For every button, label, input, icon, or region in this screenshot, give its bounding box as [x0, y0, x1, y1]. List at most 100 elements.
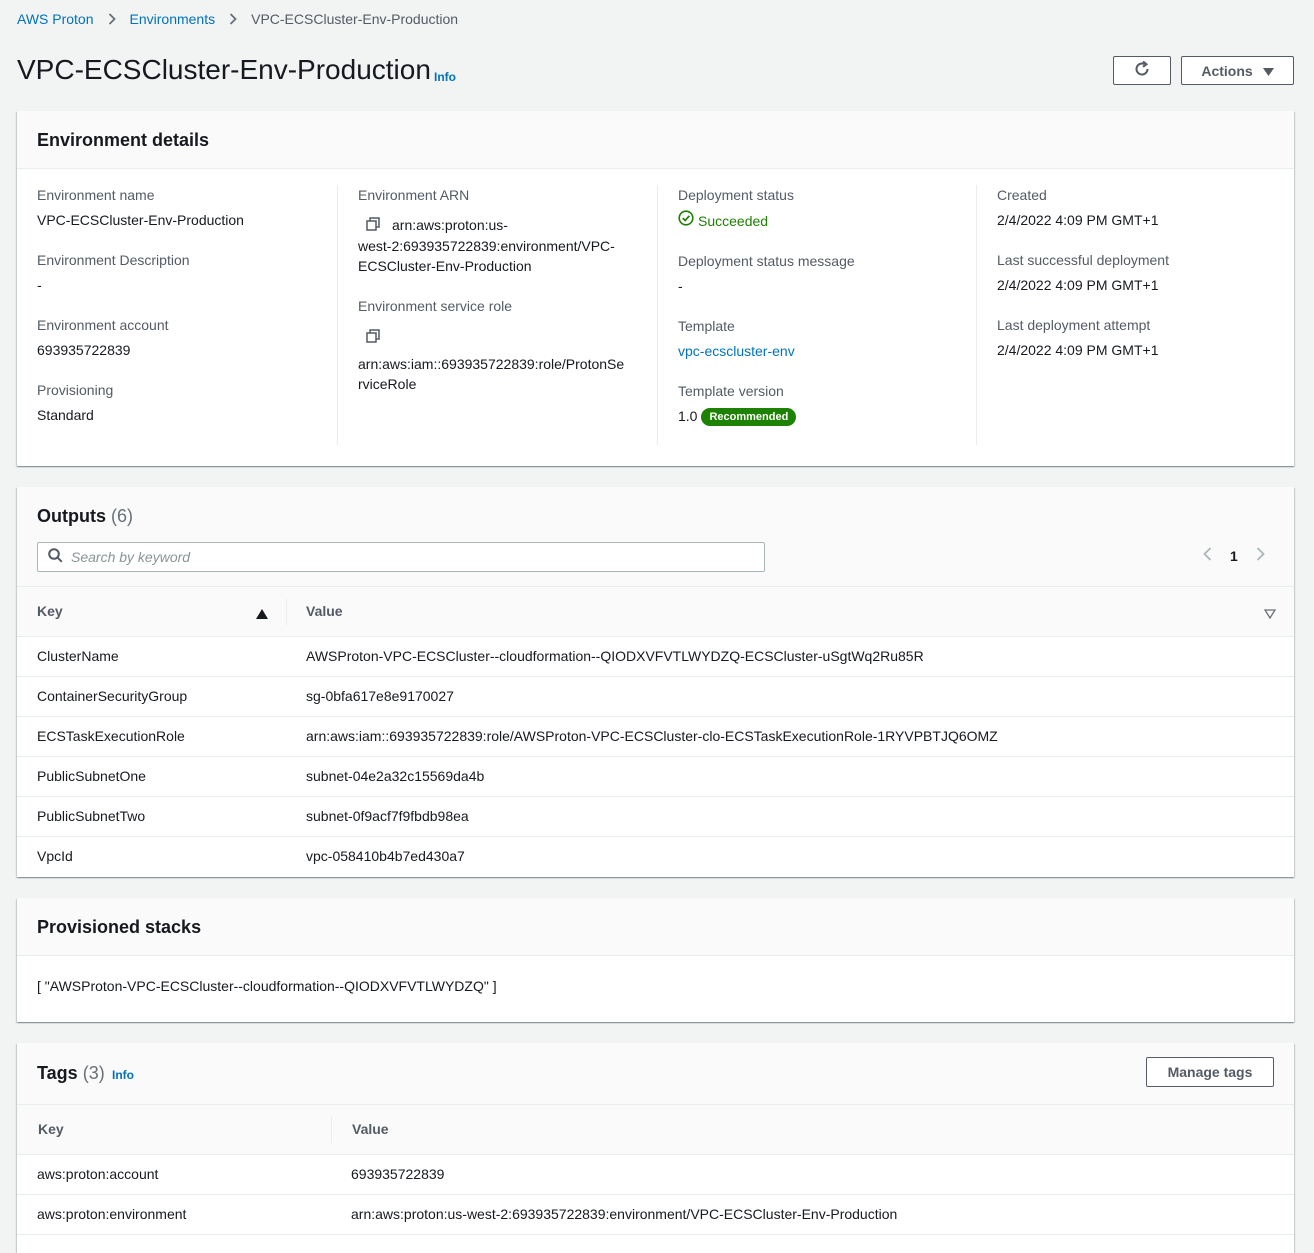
sort-ascending-icon[interactable]: [256, 606, 268, 622]
tag-value: arn:aws:proton:us-west-2:693935722839:en…: [351, 1206, 898, 1222]
details-column-1: Environment name VPC-ECSCluster-Env-Prod…: [17, 185, 337, 445]
template-version-value: 1.0 Recommended: [678, 406, 977, 427]
status-message-value: -: [678, 278, 683, 294]
panel-header: Provisioned stacks: [17, 898, 1294, 956]
copy-icon[interactable]: [366, 328, 380, 348]
env-description-label: Environment Description: [37, 252, 190, 268]
table-row: PublicSubnetOne subnet-04e2a32c15569da4b: [17, 757, 1294, 797]
env-account-value: 693935722839: [37, 342, 131, 358]
table-row: ECSTaskExecutionRole arn:aws:iam::693935…: [17, 717, 1294, 757]
title-info-link[interactable]: Info: [434, 70, 456, 84]
provisioned-stacks-value: [ "AWSProton-VPC-ECSCluster--cloudformat…: [37, 978, 497, 994]
copy-icon[interactable]: [366, 216, 380, 236]
column-header-key[interactable]: Key: [37, 603, 63, 619]
page-title: VPC-ECSCluster-Env-Production: [17, 54, 431, 85]
chevron-right-icon: [94, 13, 130, 25]
last-deployment-attempt-value: 2/4/2022 4:09 PM GMT+1: [997, 342, 1159, 358]
template-version-label: Template version: [678, 383, 784, 399]
table-row: aws:proton:environment arn:aws:proton:us…: [17, 1195, 1294, 1235]
breadcrumb-current: VPC-ECSCluster-Env-Production: [251, 11, 459, 27]
tag-key: aws:proton:account: [37, 1166, 159, 1182]
tags-title: Tags (3): [37, 1063, 105, 1084]
created-value: 2/4/2022 4:09 PM GMT+1: [997, 212, 1159, 228]
row-key: ClusterName: [37, 648, 119, 664]
chevron-left-icon[interactable]: [1203, 547, 1212, 564]
row-value: arn:aws:iam::693935722839:role/AWSProton…: [306, 728, 998, 744]
outputs-panel: Outputs (6) 1 Key Value: [17, 487, 1294, 877]
service-role-line-1: arn:aws:iam::693935722839:role/ProtonSe: [358, 355, 625, 372]
row-key: ECSTaskExecutionRole: [37, 728, 185, 744]
tags-title-text: Tags: [37, 1063, 78, 1083]
panel-header: Environment details: [17, 111, 1294, 169]
env-arn-label: Environment ARN: [358, 187, 470, 203]
env-account-label: Environment account: [37, 317, 169, 333]
tag-value: 693935722839: [351, 1166, 445, 1182]
tag-key: aws:proton:environment: [37, 1206, 187, 1222]
actions-label: Actions: [1201, 62, 1253, 79]
refresh-button[interactable]: [1113, 56, 1171, 85]
details-column-3: Deployment status Succeeded Deployment s…: [657, 185, 977, 445]
table-row: ClusterName AWSProton-VPC-ECSCluster--cl…: [17, 637, 1294, 677]
template-label: Template: [678, 318, 735, 334]
outputs-title-text: Outputs: [37, 506, 106, 526]
column-header-value: Value: [352, 1121, 389, 1137]
column-header-key: Key: [38, 1121, 64, 1137]
provisioning-value: Standard: [37, 407, 94, 423]
breadcrumb: AWS Proton Environments VPC-ECSCluster-E…: [17, 11, 458, 27]
environment-details-title: Environment details: [37, 130, 210, 150]
provisioned-stacks-panel: Provisioned stacks [ "AWSProton-VPC-ECSC…: [17, 898, 1294, 1022]
last-successful-deployment-label: Last successful deployment: [997, 252, 1169, 268]
page-number[interactable]: 1: [1230, 548, 1238, 564]
status-message-label: Deployment status message: [678, 253, 855, 269]
outputs-search: [37, 542, 765, 572]
last-successful-deployment-value: 2/4/2022 4:09 PM GMT+1: [997, 277, 1159, 293]
success-check-icon: [678, 210, 694, 231]
actions-button[interactable]: Actions: [1181, 56, 1294, 85]
row-key: VpcId: [37, 848, 73, 864]
outputs-count: (6): [111, 506, 134, 526]
provisioning-label: Provisioning: [37, 382, 114, 398]
details-column-4: Created 2/4/2022 4:09 PM GMT+1 Last succ…: [976, 185, 1296, 445]
env-arn-line-1: arn:aws:proton:us-: [392, 217, 508, 233]
row-value: subnet-04e2a32c15569da4b: [306, 768, 485, 784]
refresh-icon: [1133, 60, 1151, 81]
env-name-value: VPC-ECSCluster-Env-Production: [37, 212, 244, 228]
outputs-table-body: ClusterName AWSProton-VPC-ECSCluster--cl…: [17, 637, 1294, 877]
environment-details-panel: Environment details Environment name VPC…: [17, 111, 1294, 466]
outputs-table-header: Key Value: [17, 587, 1294, 637]
table-row: aws:proton:account 693935722839: [17, 1155, 1294, 1195]
service-role-value: arn:aws:iam::693935722839:role/ProtonSe …: [358, 326, 657, 393]
template-version-number: 1.0: [678, 408, 698, 424]
caret-down-icon: [1262, 63, 1274, 79]
provisioned-stacks-title: Provisioned stacks: [37, 917, 202, 937]
sort-icon[interactable]: [1263, 606, 1277, 622]
service-role-line-2: rviceRole: [358, 375, 417, 392]
breadcrumb-environments[interactable]: Environments: [130, 11, 216, 27]
env-arn-line-3: ECSCluster-Env-Production: [358, 258, 532, 275]
last-deployment-attempt-label: Last deployment attempt: [997, 317, 1151, 333]
row-value: vpc-058410b4b7ed430a7: [306, 848, 465, 864]
deployment-status-value: Succeeded: [678, 210, 977, 231]
tags-count: (3): [82, 1063, 105, 1083]
chevron-right-icon[interactable]: [1256, 547, 1265, 564]
env-name-label: Environment name: [37, 187, 155, 203]
template-link[interactable]: vpc-ecscluster-env: [678, 343, 795, 359]
column-header-value[interactable]: Value: [306, 603, 343, 619]
breadcrumb-aws-proton[interactable]: AWS Proton: [17, 11, 94, 27]
row-value: subnet-0f9acf7f9fbdb98ea: [306, 808, 469, 824]
tags-info-link[interactable]: Info: [112, 1068, 134, 1082]
search-input[interactable]: [71, 549, 751, 565]
tags-table-body: aws:proton:account 693935722839 aws:prot…: [17, 1155, 1294, 1235]
env-description-value: -: [37, 277, 42, 293]
created-label: Created: [997, 187, 1047, 203]
outputs-title: Outputs (6): [37, 506, 133, 527]
table-row: PublicSubnetTwo subnet-0f9acf7f9fbdb98ea: [17, 797, 1294, 837]
row-value: sg-0bfa617e8e9170027: [306, 688, 454, 704]
table-row: ContainerSecurityGroup sg-0bfa617e8e9170…: [17, 677, 1294, 717]
tags-table-header: Key Value: [17, 1105, 1294, 1155]
deployment-status-label: Deployment status: [678, 187, 794, 203]
outputs-header: Outputs (6) 1: [17, 487, 1294, 587]
recommended-badge: Recommended: [701, 408, 797, 427]
details-column-2: Environment ARN arn:aws:proton:us- west-…: [337, 185, 657, 445]
manage-tags-button[interactable]: Manage tags: [1146, 1057, 1274, 1087]
